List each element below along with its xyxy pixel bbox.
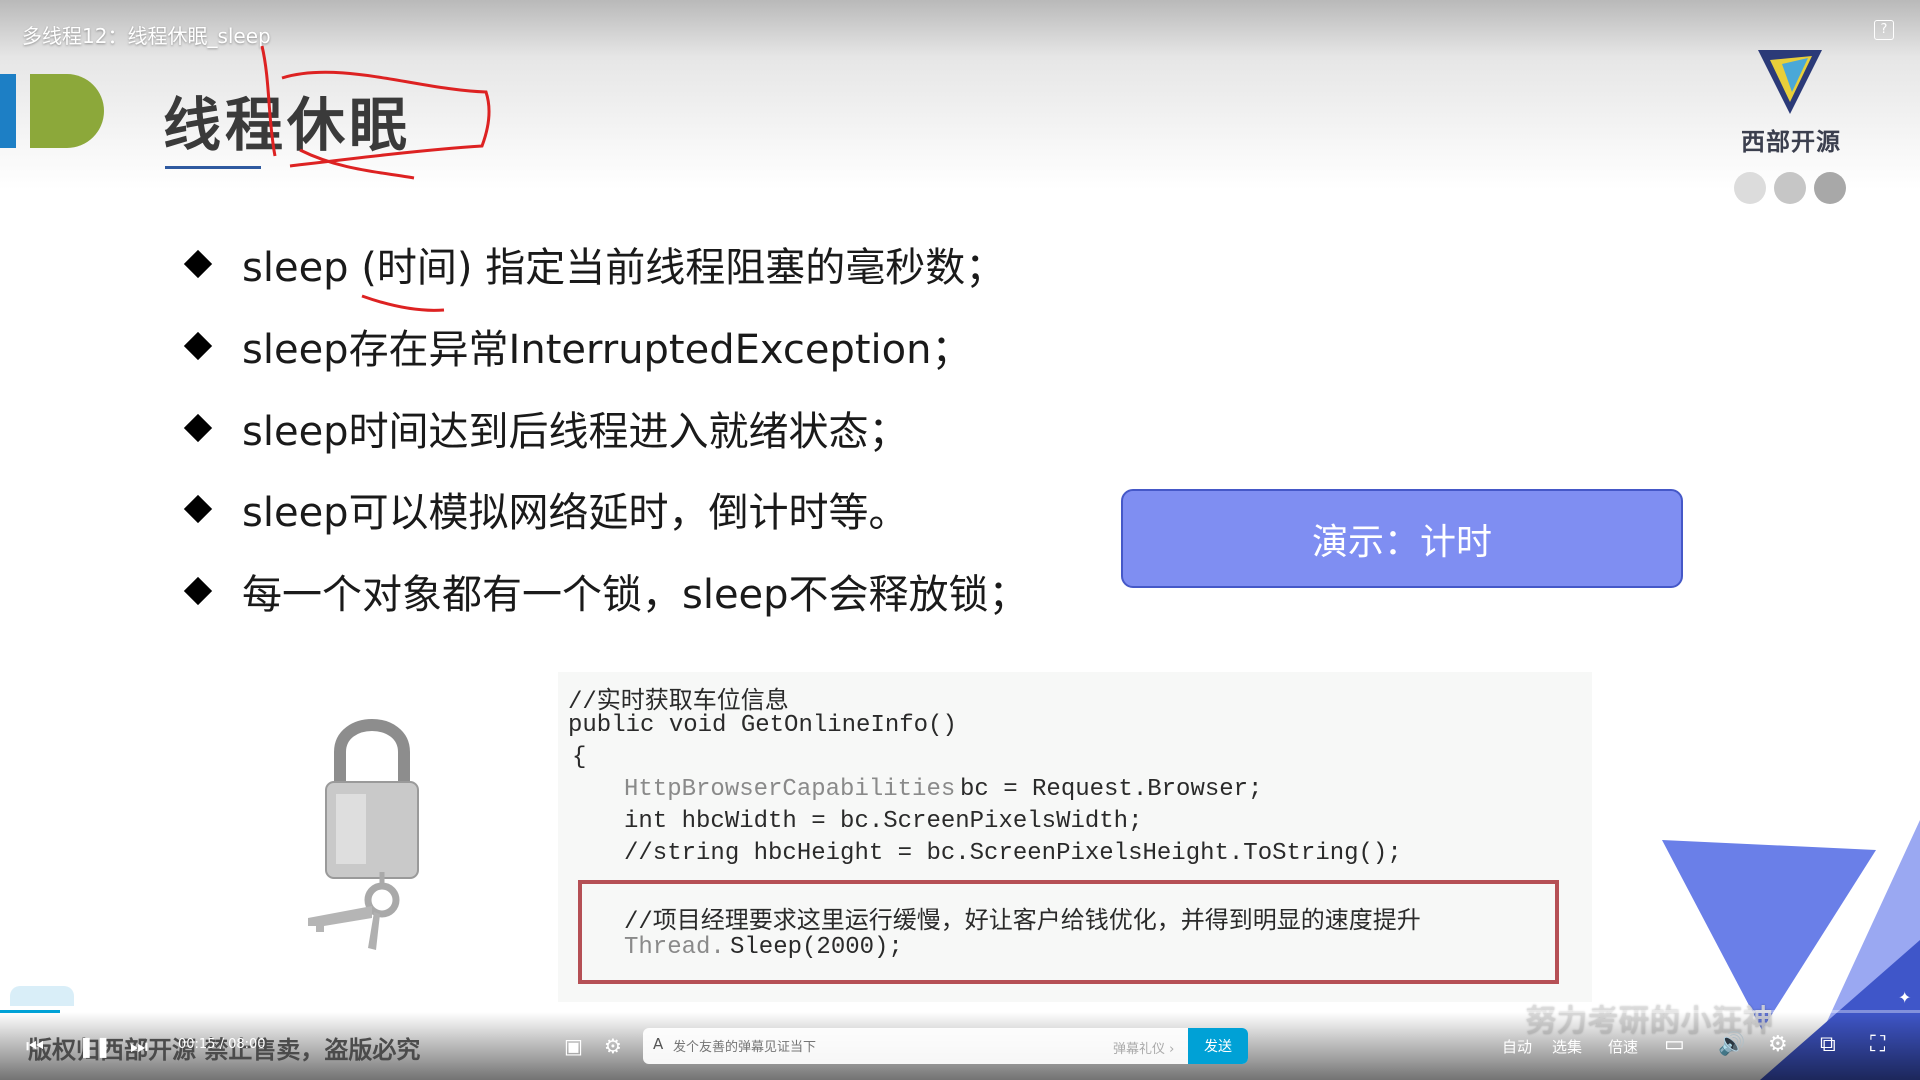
- danmaku-input-wrapper: A 弹幕礼仪 › 发送: [643, 1028, 1248, 1064]
- settings-gear-icon[interactable]: ⚙: [1768, 1032, 1788, 1057]
- quality-auto-button[interactable]: 自动: [1502, 1036, 1532, 1057]
- picture-in-picture-icon[interactable]: ⧉: [1820, 1032, 1836, 1057]
- send-button[interactable]: 发送: [1188, 1028, 1248, 1064]
- diamond-bullet-icon: [183, 331, 213, 361]
- speed-button[interactable]: 倍速: [1608, 1036, 1638, 1057]
- brand-logo-icon: [1758, 50, 1822, 114]
- slide-title: 线程休眠: [163, 91, 412, 159]
- danmaku-etiquette-link[interactable]: 弹幕礼仪 ›: [1113, 1038, 1174, 1057]
- danmaku-input[interactable]: [671, 1034, 1095, 1060]
- danmaku-off-icon[interactable]: ▭: [1664, 1032, 1685, 1057]
- diamond-bullet-icon: [183, 494, 213, 524]
- code-line: //string hbcHeight = bc.ScreenPixelsHeig…: [624, 840, 1402, 867]
- decor-dot-2: [1774, 172, 1806, 204]
- decor-dot-1: [1734, 172, 1766, 204]
- danmaku-toggle-icon[interactable]: ▣: [564, 1034, 583, 1058]
- volume-icon[interactable]: 🔊: [1718, 1032, 1745, 1057]
- decor-dot-3: [1814, 172, 1846, 204]
- code-line: HttpBrowserCapabilities: [624, 776, 956, 803]
- code-line: {: [572, 744, 587, 771]
- code-highlight-frame: [578, 880, 1559, 984]
- demo-label-box: 演示：计时: [1121, 489, 1683, 588]
- bullet-text: 每一个对象都有一个锁，sleep不会释放锁；: [242, 572, 1029, 618]
- bullet-text: sleep时间达到后线程进入就绪状态；: [242, 409, 909, 455]
- diamond-bullet-icon: [183, 576, 213, 606]
- buffer-indicator: [10, 986, 74, 1006]
- bullet-item: sleep时间达到后线程进入就绪状态；: [183, 400, 909, 456]
- code-line: public void GetOnlineInfo(): [568, 712, 957, 739]
- bullet-item: sleep可以模拟网络延时，倒计时等。: [183, 481, 909, 537]
- code-line: bc = Request.Browser;: [960, 776, 1263, 803]
- title-underline: [165, 166, 261, 169]
- bullet-item: 每一个对象都有一个锁，sleep不会释放锁；: [183, 563, 1029, 619]
- diamond-bullet-icon: [183, 249, 213, 279]
- danmaku-settings-icon[interactable]: ⚙: [604, 1034, 622, 1058]
- episodes-button[interactable]: 选集: [1552, 1036, 1582, 1057]
- help-icon[interactable]: ?: [1874, 20, 1894, 40]
- progress-fill: [0, 1010, 60, 1013]
- pause-icon[interactable]: ❚❚: [78, 1034, 112, 1058]
- bullet-text: sleep可以模拟网络延时，倒计时等。: [242, 490, 909, 536]
- next-icon[interactable]: ⏭: [130, 1034, 148, 1058]
- fullscreen-icon[interactable]: ⛶: [1870, 1032, 1885, 1057]
- bullet-text: sleep存在异常InterruptedException；: [242, 327, 972, 373]
- bullet-item: sleep (时间) 指定当前线程阻塞的毫秒数；: [183, 236, 1006, 292]
- progress-track[interactable]: [0, 1010, 1920, 1013]
- text-style-icon[interactable]: A: [653, 1035, 663, 1053]
- slide-logo-blue-bar: [0, 74, 16, 148]
- pin-icon[interactable]: ✦: [1898, 988, 1911, 1007]
- time-display: 00:15 / 08:00: [178, 1037, 266, 1052]
- slide-logo-green-shape: [30, 74, 104, 148]
- brand-name: 西部开源: [1741, 128, 1841, 156]
- bullet-item: sleep存在异常InterruptedException；: [183, 318, 972, 374]
- diamond-bullet-icon: [183, 413, 213, 443]
- prev-icon[interactable]: ⏮: [26, 1034, 44, 1058]
- code-line: int hbcWidth = bc.ScreenPixelsWidth;: [624, 808, 1143, 835]
- padlock-icon: [308, 719, 419, 950]
- code-line: //实时获取车位信息: [568, 689, 789, 716]
- video-title: 多线程12：线程休眠_sleep: [22, 24, 271, 48]
- bullet-text: sleep (时间) 指定当前线程阻塞的毫秒数；: [242, 245, 1006, 291]
